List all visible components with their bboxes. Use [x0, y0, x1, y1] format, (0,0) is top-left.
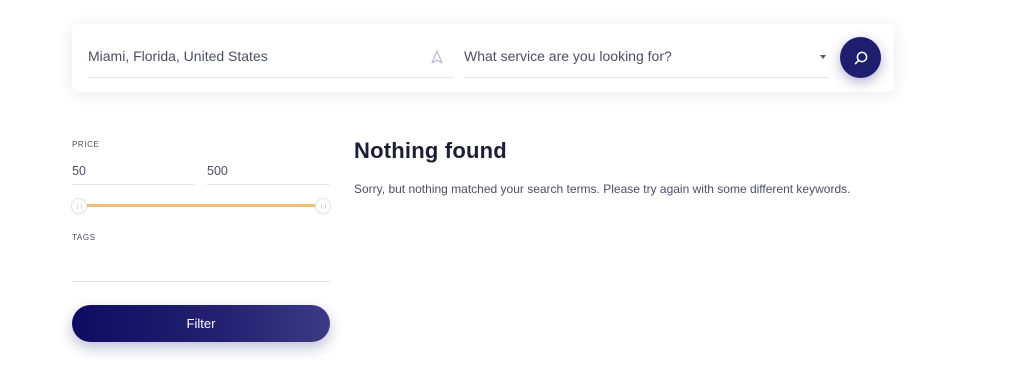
location-field[interactable] — [88, 39, 454, 78]
slider-handle-max[interactable] — [315, 198, 331, 214]
chevron-down-icon — [820, 55, 826, 59]
filter-button[interactable]: Filter — [72, 305, 330, 342]
page-title: Nothing found — [354, 138, 507, 163]
service-placeholder: What service are you looking for? — [464, 48, 672, 64]
filter-sidebar: PRICE 50 500 TAGS Filter — [71, 140, 331, 342]
slider-track — [79, 204, 323, 207]
price-min-field[interactable]: 50 — [72, 158, 195, 185]
grip-icon — [76, 203, 82, 209]
service-select[interactable]: What service are you looking for? — [464, 39, 828, 78]
price-inputs: 50 500 — [72, 158, 330, 185]
tags-input[interactable] — [72, 248, 330, 282]
location-input[interactable] — [88, 48, 418, 64]
location-arrow-icon[interactable] — [430, 50, 444, 64]
tags-label: TAGS — [72, 233, 96, 242]
price-label: PRICE — [72, 140, 100, 149]
search-bar: What service are you looking for? — [72, 24, 894, 92]
slider-handle-min[interactable] — [71, 198, 87, 214]
search-button[interactable] — [840, 37, 881, 78]
search-icon — [854, 51, 867, 64]
results-area: Nothing found Sorry, but nothing matched… — [354, 138, 974, 196]
price-range-slider[interactable] — [71, 198, 331, 214]
price-max-field[interactable]: 500 — [207, 158, 330, 185]
grip-icon — [320, 203, 326, 209]
empty-results-message: Sorry, but nothing matched your search t… — [354, 182, 851, 196]
